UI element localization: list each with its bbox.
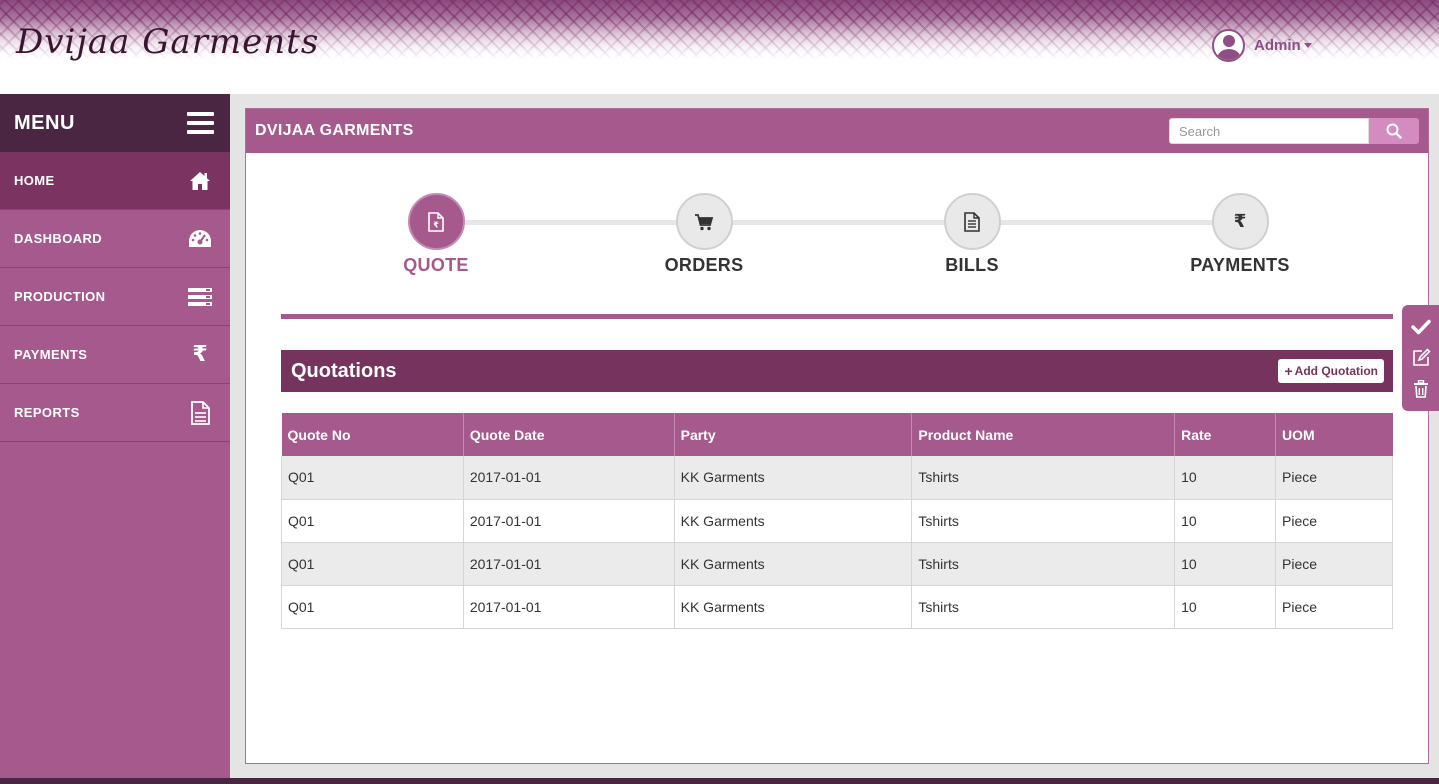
table-cell: Q01 <box>281 499 464 543</box>
main-panel: DVIJAA GARMENTS ₹ QUOTE ORDERS BIL <box>245 108 1429 764</box>
menu-header: MENU <box>0 94 230 152</box>
sidebar-item-reports[interactable]: REPORTS <box>0 384 230 442</box>
table-cell: Piece <box>1275 585 1393 629</box>
home-icon <box>187 168 213 194</box>
table-cell: 2017-01-01 <box>463 542 675 586</box>
check-icon[interactable] <box>1409 315 1433 339</box>
sidebar-item-payments[interactable]: PAYMENTS ₹ <box>0 326 230 384</box>
sidebar-item-label: PRODUCTION <box>14 289 106 304</box>
add-quotation-button[interactable]: + Add Quotation <box>1278 359 1384 383</box>
sidebar-item-label: REPORTS <box>14 405 80 420</box>
sidebar-item-label: PAYMENTS <box>14 347 88 362</box>
table-row[interactable]: Q01 2017-01-01 KK Garments Tshirts 10 Pi… <box>281 456 1393 500</box>
search-button[interactable] <box>1369 118 1419 144</box>
step-orders[interactable]: ORDERS <box>624 193 784 276</box>
workflow-steps: ₹ QUOTE ORDERS BILLS ₹ PAYMENTS <box>246 193 1428 283</box>
column-header[interactable]: Party <box>674 413 913 456</box>
column-header[interactable]: Quote Date <box>463 413 675 456</box>
plus-icon: + <box>1284 363 1293 379</box>
page-title: DVIJAA GARMENTS <box>255 122 414 139</box>
bottom-bar <box>0 778 1439 784</box>
dashboard-icon <box>187 226 213 252</box>
caret-down-icon[interactable] <box>1303 42 1312 48</box>
table-cell: KK Garments <box>674 456 913 500</box>
quotations-header: Quotations + Add Quotation <box>281 350 1393 392</box>
row-actions-toolbar <box>1402 305 1439 411</box>
sidebar-item-label: DASHBOARD <box>14 231 103 246</box>
sidebar-item-dashboard[interactable]: DASHBOARD <box>0 210 230 268</box>
table-cell: Piece <box>1275 456 1393 500</box>
table-cell: KK Garments <box>674 585 913 629</box>
section-divider <box>281 314 1393 319</box>
brand-logo[interactable]: Dvijaa Garments <box>16 22 319 62</box>
menu-title: MENU <box>14 111 75 134</box>
table-row[interactable]: Q01 2017-01-01 KK Garments Tshirts 10 Pi… <box>281 499 1393 543</box>
add-quotation-label: Add Quotation <box>1294 364 1378 378</box>
quote-icon[interactable]: ₹ <box>407 193 465 250</box>
step-label: QUOTE <box>403 255 469 275</box>
table-cell: 10 <box>1174 542 1277 586</box>
table-cell: Q01 <box>281 585 464 629</box>
step-label: PAYMENTS <box>1190 255 1290 275</box>
column-header[interactable]: Rate <box>1174 413 1277 456</box>
sidebar-item-home[interactable]: HOME <box>0 152 230 210</box>
table-cell: KK Garments <box>674 542 913 586</box>
avatar-icon[interactable] <box>1212 28 1245 62</box>
table-cell: 10 <box>1174 585 1277 629</box>
step-bills[interactable]: BILLS <box>892 193 1052 276</box>
user-name[interactable]: Admin <box>1254 37 1301 54</box>
production-icon <box>187 284 213 310</box>
report-icon <box>187 400 213 426</box>
table-cell: 2017-01-01 <box>463 456 675 500</box>
rupee-icon: ₹ <box>192 342 208 367</box>
table-cell: Piece <box>1275 542 1393 586</box>
quotations-table: Quote No Quote Date Party Product Name R… <box>281 413 1393 629</box>
table-cell: 10 <box>1174 499 1277 543</box>
cart-icon[interactable] <box>675 193 733 250</box>
table-cell: Q01 <box>281 456 464 500</box>
step-label: BILLS <box>945 255 999 275</box>
table-cell: Tshirts <box>911 585 1176 629</box>
sidebar-item-production[interactable]: PRODUCTION <box>0 268 230 326</box>
rupee-icon[interactable]: ₹ <box>1211 193 1269 250</box>
bill-icon[interactable] <box>943 193 1001 250</box>
edit-icon[interactable] <box>1409 346 1433 370</box>
step-quote[interactable]: ₹ QUOTE <box>356 193 516 276</box>
svg-text:₹: ₹ <box>433 220 439 229</box>
step-payments[interactable]: ₹ PAYMENTS <box>1160 193 1320 276</box>
column-header[interactable]: UOM <box>1275 413 1393 456</box>
table-cell: Tshirts <box>911 456 1176 500</box>
steps-connector <box>436 220 1240 225</box>
table-cell: Q01 <box>281 542 464 586</box>
table-cell: KK Garments <box>674 499 913 543</box>
column-header[interactable]: Quote No <box>281 413 464 456</box>
panel-header: DVIJAA GARMENTS <box>246 109 1428 153</box>
search-icon <box>1386 123 1402 139</box>
table-cell: 2017-01-01 <box>463 585 675 629</box>
column-header[interactable]: Product Name <box>911 413 1176 456</box>
table-row[interactable]: Q01 2017-01-01 KK Garments Tshirts 10 Pi… <box>281 585 1393 629</box>
table-cell: 2017-01-01 <box>463 499 675 543</box>
table-header-row: Quote No Quote Date Party Product Name R… <box>281 413 1393 456</box>
trash-icon[interactable] <box>1409 377 1433 401</box>
table-cell: Piece <box>1275 499 1393 543</box>
table-cell: Tshirts <box>911 499 1176 543</box>
sidebar-item-label: HOME <box>14 173 55 188</box>
search-input[interactable] <box>1169 118 1369 144</box>
table-row[interactable]: Q01 2017-01-01 KK Garments Tshirts 10 Pi… <box>281 542 1393 586</box>
user-menu[interactable]: Admin <box>1212 28 1312 62</box>
table-cell: 10 <box>1174 456 1277 500</box>
section-title: Quotations <box>291 359 397 382</box>
step-label: ORDERS <box>664 255 744 275</box>
table-cell: Tshirts <box>911 542 1176 586</box>
hamburger-icon[interactable] <box>187 112 214 134</box>
search-bar <box>1169 118 1419 144</box>
sidebar: MENU HOME DASHBOARD PRODUCTION PAYMENTS … <box>0 94 230 784</box>
top-header: Dvijaa Garments Admin <box>0 0 1439 94</box>
